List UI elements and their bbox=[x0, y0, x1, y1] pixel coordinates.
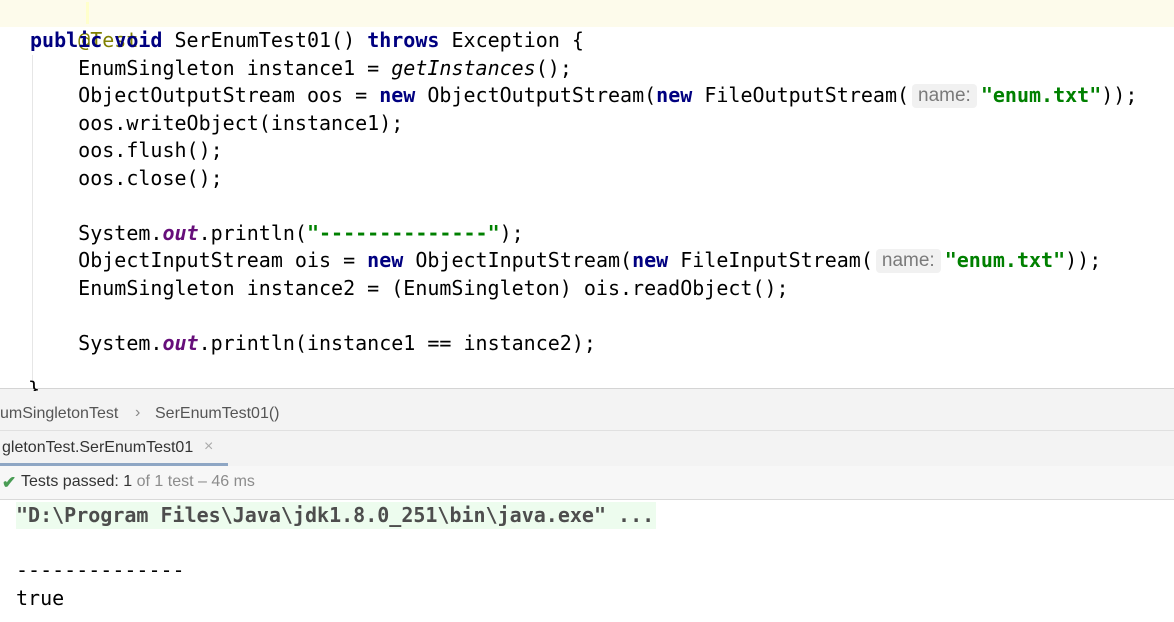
closing-brace: } bbox=[28, 377, 41, 391]
code-text: EnumSingleton instance1 = bbox=[30, 56, 392, 80]
status-count: 1 bbox=[123, 473, 133, 490]
string-literal: "enum.txt" bbox=[944, 248, 1066, 272]
breadcrumb-class[interactable]: umSingletonTest bbox=[0, 405, 118, 423]
close-icon[interactable]: × bbox=[204, 438, 213, 456]
console-output[interactable]: "D:\Program Files\Java\jdk1.8.0_251\bin\… bbox=[0, 500, 1174, 622]
code-text: FileInputStream( bbox=[668, 248, 873, 272]
run-tab-label: gletonTest.SerEnumTest01 bbox=[2, 439, 194, 456]
code-line-annotation[interactable]: @Test bbox=[30, 0, 138, 52]
code-line-9[interactable]: System.out.println(instance1 == instance… bbox=[30, 330, 596, 357]
code-text: oos.writeObject(instance1); bbox=[30, 111, 404, 135]
static-call: getInstances bbox=[391, 56, 536, 80]
parameter-hint: name: bbox=[912, 84, 977, 108]
keyword-new: new bbox=[367, 248, 404, 272]
code-line-4[interactable]: oos.flush(); bbox=[30, 137, 223, 164]
code-text: ObjectInputStream ois = bbox=[30, 248, 368, 272]
code-text: EnumSingleton instance2 = (EnumSingleton… bbox=[30, 276, 789, 300]
code-line-8[interactable]: EnumSingleton instance2 = (EnumSingleton… bbox=[30, 275, 789, 302]
run-tabs-bar: gletonTest.SerEnumTest01 × bbox=[0, 430, 1174, 466]
console-command[interactable]: "D:\Program Files\Java\jdk1.8.0_251\bin\… bbox=[16, 502, 657, 529]
test-status-text: Tests passed: 1 of 1 test – 46 ms bbox=[21, 473, 255, 491]
code-text: System. bbox=[30, 331, 163, 355]
code-text: .println(instance1 == instance2); bbox=[198, 331, 596, 355]
test-status-bar: ✔ Tests passed: 1 of 1 test – 46 ms bbox=[0, 466, 1174, 500]
code-text: ObjectOutputStream( bbox=[415, 83, 657, 107]
code-line-2[interactable]: ObjectOutputStream oos = new ObjectOutpu… bbox=[30, 82, 1137, 109]
code-text: oos.close(); bbox=[30, 166, 223, 190]
code-text: FileOutputStream( bbox=[692, 83, 910, 107]
code-text: System. bbox=[30, 221, 163, 245]
keyword-void: void bbox=[114, 28, 163, 52]
keyword-new: new bbox=[379, 83, 416, 107]
keyword-throws: throws bbox=[367, 28, 440, 52]
parameter-hint: name: bbox=[875, 249, 941, 273]
code-text: ObjectOutputStream oos = bbox=[30, 83, 380, 107]
code-line-1[interactable]: EnumSingleton instance1 = getInstances()… bbox=[30, 55, 572, 82]
breadcrumb: } umSingletonTest › SerEnumTest01() bbox=[0, 377, 1174, 430]
code-text: oos.flush(); bbox=[30, 138, 223, 162]
code-text: )); bbox=[1101, 83, 1138, 107]
string-literal: "--------------" bbox=[306, 221, 500, 245]
check-icon: ✔ bbox=[2, 473, 17, 492]
status-detail: of 1 test – 46 ms bbox=[132, 473, 255, 490]
breadcrumb-method[interactable]: SerEnumTest01() bbox=[155, 405, 280, 423]
code-text: .println( bbox=[198, 221, 307, 245]
code-line-method-signature[interactable]: public void SerEnumTest01() throws Excep… bbox=[30, 27, 584, 54]
static-field: out bbox=[162, 221, 199, 245]
console-separator: -------------- bbox=[16, 558, 185, 582]
method-name: SerEnumTest01() bbox=[174, 28, 356, 52]
keyword-new: new bbox=[632, 248, 669, 272]
code-line-3[interactable]: oos.writeObject(instance1); bbox=[30, 110, 403, 137]
exception-type: Exception { bbox=[451, 28, 584, 52]
current-line-highlight bbox=[0, 0, 1174, 27]
console-result: true bbox=[16, 586, 65, 610]
code-line-6[interactable]: System.out.println("--------------"); bbox=[30, 220, 524, 247]
code-text: ObjectInputStream( bbox=[403, 248, 633, 272]
code-line-7[interactable]: ObjectInputStream ois = new ObjectInputS… bbox=[30, 247, 1101, 274]
code-text: )); bbox=[1065, 248, 1102, 272]
run-tab[interactable]: gletonTest.SerEnumTest01 × bbox=[0, 431, 228, 466]
code-text: (); bbox=[535, 56, 572, 80]
status-label: Tests passed: bbox=[21, 473, 124, 490]
string-literal: "enum.txt" bbox=[980, 83, 1102, 107]
keyword-new: new bbox=[656, 83, 693, 107]
code-editor[interactable]: @Test public void SerEnumTest01() throws… bbox=[0, 0, 1174, 388]
code-line-5[interactable]: oos.close(); bbox=[30, 165, 223, 192]
chevron-right-icon: › bbox=[135, 404, 141, 421]
keyword-public: public bbox=[30, 28, 103, 52]
static-field: out bbox=[162, 331, 199, 355]
code-text: ); bbox=[499, 221, 524, 245]
